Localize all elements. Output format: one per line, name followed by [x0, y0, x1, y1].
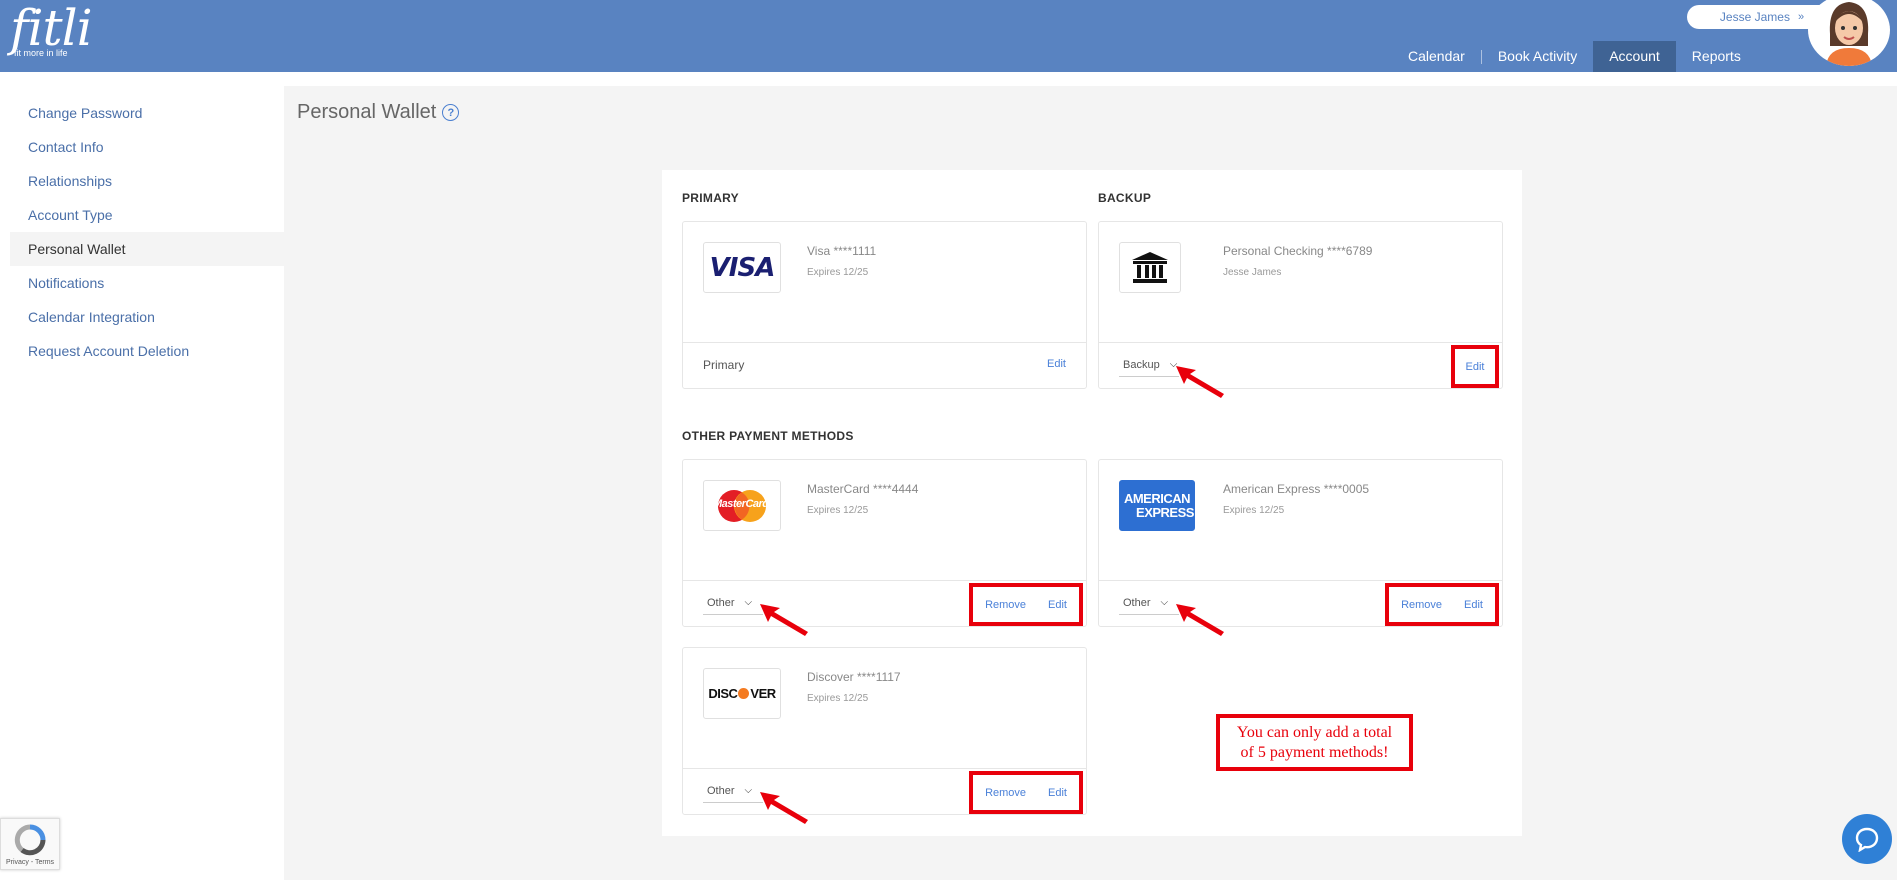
sidebar-item-relationships[interactable]: Relationships	[10, 164, 284, 198]
status-value: Other	[707, 784, 735, 797]
card-actions-highlight: Remove Edit	[969, 583, 1083, 626]
card-name: Personal Checking ****6789	[1223, 244, 1373, 258]
chat-bubble-icon	[1855, 827, 1879, 852]
edit-link[interactable]: Edit	[1048, 599, 1067, 611]
status-dropdown[interactable]: Other ⌵	[703, 591, 763, 615]
top-header: fitli fit more in life Jesse James » Cal…	[0, 0, 1897, 72]
nav-account[interactable]: Account	[1593, 41, 1676, 72]
chevron-down-icon: ⌵	[1160, 597, 1169, 608]
status-value: Backup	[1123, 358, 1160, 371]
card-account-holder: Jesse James	[1223, 267, 1282, 278]
annotation-arrow-amex	[1176, 604, 1224, 636]
annotation-arrow-mastercard	[760, 604, 808, 636]
logo-word: fitli	[10, 0, 93, 57]
card-status: Primary	[703, 358, 745, 372]
edit-link[interactable]: Edit	[1048, 787, 1067, 799]
payment-card-checking: Personal Checking ****6789 Jesse James B…	[1098, 221, 1503, 389]
payment-card-discover: DISC VER Discover ****1117 Expires 12/25…	[682, 647, 1087, 815]
sidebar-item-contact-info[interactable]: Contact Info	[10, 130, 284, 164]
sidebar-item-change-password[interactable]: Change Password	[10, 96, 284, 130]
backup-section-label: BACKUP	[1098, 191, 1152, 205]
card-expiry: Expires 12/25	[807, 505, 869, 516]
payment-card-visa: VISA Visa ****1111 Expires 12/25 Primary…	[682, 221, 1087, 389]
note-line-2: of 5 payment methods!	[1240, 744, 1389, 761]
primary-section-label: PRIMARY	[682, 191, 739, 205]
user-avatar[interactable]	[1808, 0, 1890, 66]
status-dropdown[interactable]: Backup ⌵	[1119, 353, 1179, 377]
recaptcha-links[interactable]: Privacy - Terms	[1, 859, 59, 866]
other-section-label: OTHER PAYMENT METHODS	[682, 429, 854, 443]
edit-link[interactable]: Edit	[1466, 361, 1485, 373]
amex-logo-line1: AMERICAN	[1123, 490, 1191, 506]
card-name: MasterCard ****4444	[807, 482, 919, 496]
discover-logo-b: VER	[750, 686, 776, 701]
card-actions-highlight: Remove Edit	[969, 771, 1083, 814]
annotation-arrow-backup	[1176, 366, 1224, 398]
amex-logo-line2: EXPRESS	[1136, 504, 1194, 520]
sidebar-item-calendar-integration[interactable]: Calendar Integration	[10, 300, 284, 334]
card-expiry: Expires 12/25	[807, 267, 869, 278]
sidebar-item-notifications[interactable]: Notifications	[10, 266, 284, 300]
note-line-1: You can only add a total	[1236, 724, 1393, 741]
payment-card-amex: AMERICAN EXPRESS American Express ****00…	[1098, 459, 1503, 627]
annotation-arrow-discover	[760, 792, 808, 824]
sidebar-item-account-type[interactable]: Account Type	[10, 198, 284, 232]
payment-card-mastercard: MasterCard MasterCard ****4444 Expires 1…	[682, 459, 1087, 627]
bank-icon	[1132, 251, 1168, 283]
main-content: Personal Wallet ? PRIMARY BACKUP OTHER P…	[284, 86, 1897, 880]
card-expiry: Expires 12/25	[807, 693, 869, 704]
avatar-illustration	[1813, 0, 1885, 66]
nav-calendar[interactable]: Calendar	[1392, 41, 1481, 72]
sidebar-item-personal-wallet[interactable]: Personal Wallet	[10, 232, 284, 266]
card-name: American Express ****0005	[1223, 482, 1370, 496]
visa-logo-text: VISA	[709, 252, 776, 283]
discover-logo-a: DISC	[708, 686, 738, 701]
status-value: Other	[707, 596, 735, 609]
status-dropdown[interactable]: Other ⌵	[703, 779, 763, 803]
status-dropdown[interactable]: Other ⌵	[1119, 591, 1179, 615]
question-circle-icon[interactable]: ?	[442, 104, 460, 121]
nav-book-activity[interactable]: Book Activity	[1482, 41, 1593, 72]
sidebar-item-request-account-deletion[interactable]: Request Account Deletion	[10, 334, 284, 368]
edit-link[interactable]: Edit	[1047, 358, 1066, 370]
card-actions-highlight: Remove Edit	[1385, 583, 1499, 626]
card-actions-highlight: Edit	[1451, 345, 1499, 388]
main-nav: Calendar Book Activity Account Reports	[1392, 41, 1757, 72]
recaptcha-icon	[14, 824, 46, 856]
edit-link[interactable]: Edit	[1464, 599, 1483, 611]
page-title: Personal Wallet	[297, 101, 437, 123]
account-sidebar: Change Password Contact Info Relationshi…	[10, 96, 284, 368]
user-name: Jesse James	[1719, 10, 1790, 24]
recaptcha-badge[interactable]: Privacy - Terms	[0, 818, 60, 870]
discover-orange-dot	[738, 688, 750, 699]
remove-link[interactable]: Remove	[1401, 599, 1442, 611]
chevron-down-icon: ⌵	[744, 597, 753, 608]
card-name: Discover ****1117	[807, 670, 901, 684]
fitli-logo[interactable]: fitli fit more in life	[10, 0, 93, 58]
mastercard-logo: MasterCard	[703, 480, 781, 531]
visa-logo: VISA	[703, 242, 781, 293]
page-title-row: Personal Wallet ?	[297, 101, 460, 124]
nav-reports[interactable]: Reports	[1676, 41, 1757, 72]
remove-link[interactable]: Remove	[985, 787, 1026, 799]
chevron-down-icon: ⌵	[744, 785, 753, 796]
amex-logo: AMERICAN EXPRESS	[1119, 480, 1195, 531]
mastercard-logo-text: MasterCard	[713, 498, 769, 510]
card-expiry: Expires 12/25	[1223, 505, 1285, 516]
discover-logo: DISC VER	[703, 668, 781, 719]
status-value: Other	[1123, 596, 1151, 609]
remove-link[interactable]: Remove	[985, 599, 1026, 611]
annotation-note: You can only add a total of 5 payment me…	[1216, 714, 1413, 771]
chat-button[interactable]	[1842, 814, 1892, 864]
double-chevron-down-icon: »	[1797, 11, 1805, 23]
card-name: Visa ****1111	[807, 244, 877, 258]
bank-logo	[1119, 242, 1181, 293]
